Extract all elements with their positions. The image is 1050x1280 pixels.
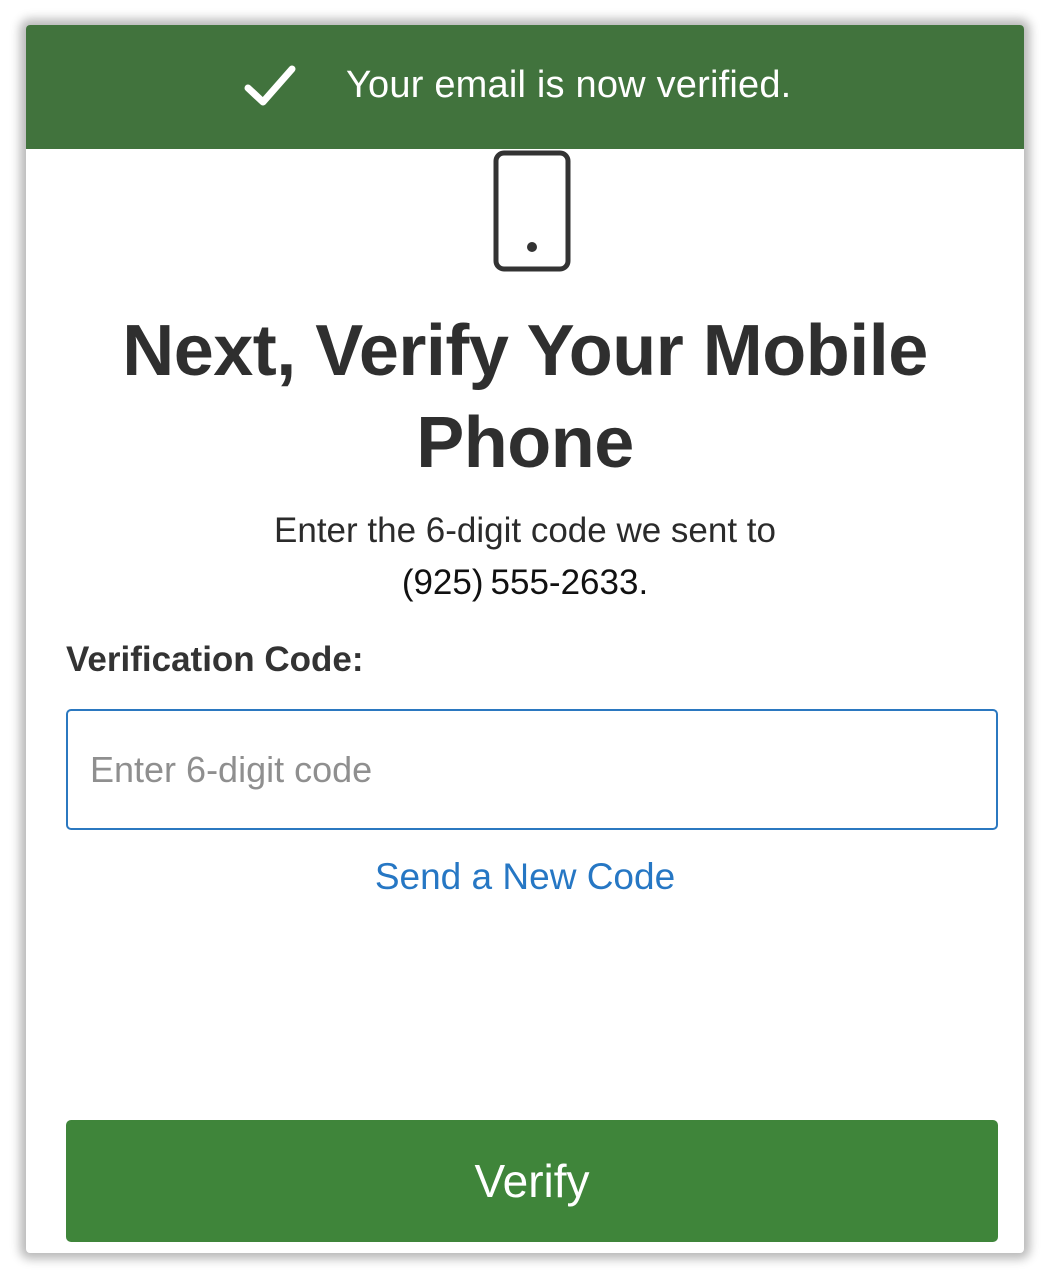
verification-screen: Your email is now verified. Next, Verify… (26, 25, 1024, 1253)
instruction-text: Enter the 6-digit code we sent to (925) … (26, 505, 1024, 609)
phone-number: (925) 555-2633. (401, 563, 649, 602)
verification-code-label: Verification Code: (66, 640, 364, 679)
mobile-phone-icon (493, 150, 571, 272)
verification-code-input[interactable] (66, 709, 998, 830)
page-title: Next, Verify Your Mobile Phone (122, 311, 928, 483)
checkmark-icon (244, 65, 296, 106)
banner-message: Your email is now verified. (346, 64, 792, 106)
success-banner: Your email is now verified. (26, 25, 1024, 149)
send-new-code-link[interactable]: Send a New Code (26, 851, 1024, 903)
verify-button[interactable]: Verify (66, 1120, 998, 1242)
instruction-line: Enter the 6-digit code we sent to (274, 511, 776, 550)
